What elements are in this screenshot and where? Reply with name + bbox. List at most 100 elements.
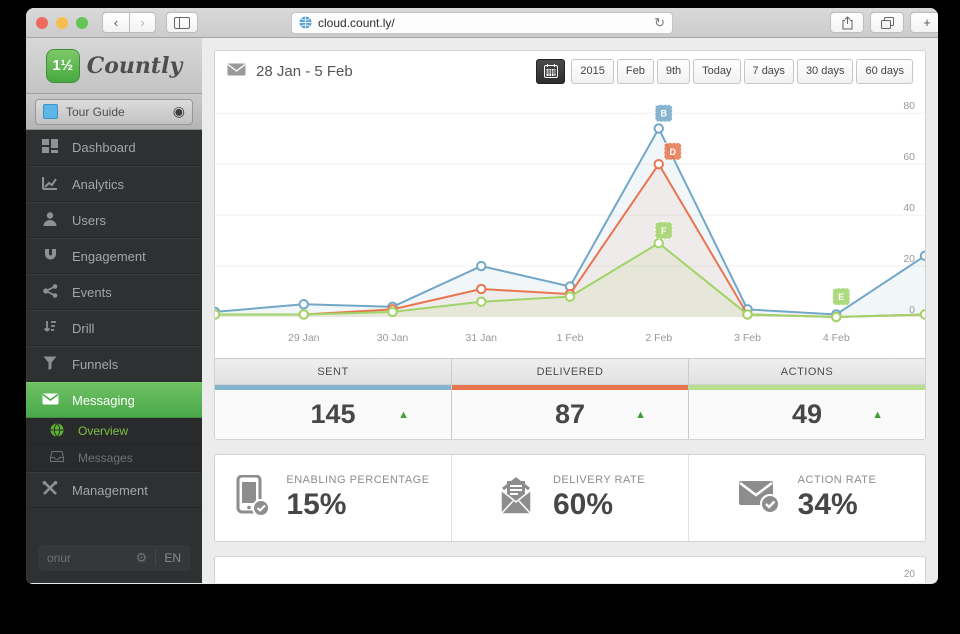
- trend-up-icon: ▲: [872, 408, 883, 421]
- range-button-year[interactable]: 2015: [571, 58, 614, 84]
- browser-window: ‹ › cloud.count.ly/ ↻ + 1½ Countly Tour …: [26, 8, 938, 584]
- share-button[interactable]: [830, 12, 864, 33]
- back-button[interactable]: ‹: [102, 12, 129, 33]
- range-button-today[interactable]: Today: [693, 58, 741, 84]
- secondary-chart-panel: 20: [214, 556, 926, 583]
- messaging-chart-panel: 28 Jan - 5 Feb 2015 Feb 9th Today 7 days…: [209, 50, 931, 440]
- maximize-window-button[interactable]: [76, 16, 88, 29]
- sidebar-subitem-label: Overview: [78, 424, 129, 438]
- date-range: 28 Jan - 5 Feb: [227, 63, 353, 80]
- rate-value: 60%: [552, 488, 613, 521]
- sidebar-toggle-button[interactable]: [166, 12, 198, 33]
- trend-up-icon: ▲: [635, 408, 646, 421]
- svg-text:80: 80: [903, 100, 915, 112]
- sidebar-item-label: Engagement: [72, 248, 146, 264]
- sidebar-item-label: Dashboard: [72, 140, 136, 155]
- browser-titlebar: ‹ › cloud.count.ly/ ↻ +: [26, 8, 938, 38]
- range-button-30days[interactable]: 30 days: [796, 58, 854, 84]
- range-button-7days[interactable]: 7 days: [743, 58, 794, 84]
- svg-text:31 Jan: 31 Jan: [465, 332, 497, 344]
- svg-text:D: D: [670, 147, 677, 157]
- stat-header: SENT: [215, 359, 451, 385]
- stat-header: DELIVERED: [452, 359, 688, 385]
- range-button-day[interactable]: 9th: [656, 58, 691, 84]
- sidebar-item-label: Drill: [72, 320, 95, 336]
- tour-guide-button[interactable]: Tour Guide ◉: [35, 98, 193, 125]
- share-nodes-icon: [40, 283, 60, 301]
- stats-table: SENT 145 ▲ DELIVERED 87 ▲ ACTIONS 49 ▲: [215, 358, 925, 439]
- dashboard-icon: [40, 139, 60, 156]
- open-envelope-icon: [495, 475, 537, 522]
- trend-up-icon: ▲: [398, 408, 409, 421]
- overview-globe-icon: [48, 422, 66, 440]
- sidebar-item-analytics[interactable]: Analytics: [26, 166, 202, 202]
- sidebar-item-drill[interactable]: Drill: [26, 310, 202, 346]
- sidebar-item-messaging[interactable]: Messaging: [26, 382, 202, 418]
- main-content: 28 Jan - 5 Feb 2015 Feb 9th Today 7 days…: [202, 38, 938, 583]
- envelope-icon: [40, 393, 60, 408]
- rate-label: ACTION RATE: [797, 474, 877, 486]
- share-icon: [842, 15, 852, 29]
- messaging-line-chart[interactable]: 0 20 40 60 80 B D F E 29 Jan 30 Jan 31 Jan 1 Feb 2 Fe…: [209, 91, 931, 358]
- svg-text:E: E: [838, 292, 844, 302]
- brand-name: Countly: [86, 52, 183, 79]
- sidebar-item-dashboard[interactable]: Dashboard: [26, 130, 202, 166]
- analytics-icon: [40, 176, 60, 193]
- sidebar-item-label: Analytics: [72, 176, 125, 192]
- rate-action: ACTION RATE 34%: [689, 455, 925, 541]
- stat-col-sent[interactable]: SENT 145 ▲: [215, 359, 452, 439]
- sidebar-item-management[interactable]: Management: [26, 472, 202, 508]
- svg-text:30 Jan: 30 Jan: [377, 332, 409, 344]
- language-selector[interactable]: EN: [156, 551, 181, 565]
- svg-text:F: F: [661, 226, 667, 236]
- svg-text:B: B: [661, 109, 668, 119]
- calendar-icon: [543, 64, 558, 78]
- sidebar-item-funnels[interactable]: Funnels: [26, 346, 202, 382]
- calendar-button[interactable]: [536, 58, 566, 84]
- tour-guide-bar: Tour Guide ◉: [26, 94, 202, 130]
- rate-delivery: DELIVERY RATE 60%: [452, 455, 689, 541]
- envelope-icon: [227, 63, 246, 80]
- user-menu[interactable]: onur ⚙ EN: [38, 545, 190, 571]
- username: onur: [47, 551, 72, 565]
- inbox-icon: [48, 451, 66, 465]
- minimize-window-button[interactable]: [56, 16, 68, 29]
- range-button-60days[interactable]: 60 days: [856, 58, 913, 84]
- address-bar[interactable]: cloud.count.ly/ ↻: [291, 11, 673, 34]
- rate-enabling: ENABLING PERCENTAGE 15%: [215, 455, 452, 541]
- gear-icon[interactable]: ⚙: [136, 550, 157, 566]
- stat-col-actions[interactable]: ACTIONS 49 ▲: [689, 359, 925, 439]
- rates-panel: ENABLING PERCENTAGE 15% DELIVERY RATE 60…: [214, 454, 926, 542]
- stat-col-delivered[interactable]: DELIVERED 87 ▲: [452, 359, 689, 439]
- funnel-icon: [40, 356, 60, 373]
- svg-text:3 Feb: 3 Feb: [734, 332, 761, 344]
- tools-icon: [40, 481, 60, 499]
- tour-guide-label: Tour Guide: [66, 104, 125, 119]
- envelope-check-icon: [738, 477, 782, 520]
- svg-text:2 Feb: 2 Feb: [645, 332, 672, 344]
- date-range-text: 28 Jan - 5 Feb: [256, 62, 353, 80]
- sidebar-subitem-overview[interactable]: Overview: [26, 418, 202, 445]
- stat-value: 87: [554, 399, 586, 429]
- svg-text:1 Feb: 1 Feb: [557, 332, 584, 344]
- sidebar-item-events[interactable]: Events: [26, 274, 202, 310]
- reload-icon[interactable]: ↻: [654, 15, 665, 31]
- sidebar-item-engagement[interactable]: Engagement: [26, 238, 202, 274]
- forward-button[interactable]: ›: [129, 12, 156, 33]
- traffic-lights: [36, 16, 88, 29]
- date-range-buttons: 2015 Feb 9th Today 7 days 30 days 60 day…: [571, 58, 913, 84]
- play-icon[interactable]: ◉: [173, 103, 185, 120]
- sidebar-item-label: Management: [72, 482, 148, 498]
- rate-label: DELIVERY RATE: [552, 474, 646, 486]
- stat-value: 145: [310, 399, 356, 429]
- new-tab-button[interactable]: +: [910, 12, 938, 33]
- tab-overview-button[interactable]: [870, 12, 904, 33]
- sidebar-item-label: Events: [72, 284, 112, 300]
- svg-text:4 Feb: 4 Feb: [823, 332, 850, 344]
- range-button-month[interactable]: Feb: [616, 58, 654, 84]
- sidebar-subitem-messages[interactable]: Messages: [26, 445, 202, 472]
- close-window-button[interactable]: [36, 16, 48, 29]
- countly-brand: 1½ Countly: [26, 38, 202, 94]
- svg-text:29 Jan: 29 Jan: [288, 332, 320, 344]
- sidebar-item-users[interactable]: Users: [26, 202, 202, 238]
